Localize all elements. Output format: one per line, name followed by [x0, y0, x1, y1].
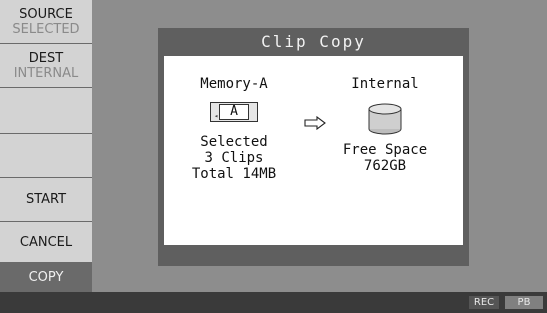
source-button[interactable]: SOURCE SELECTED: [0, 0, 92, 44]
destination-title: Internal: [351, 76, 419, 92]
main-area: Clip Copy Memory-A ◂ A Selected 3 Clips …: [92, 0, 547, 292]
dest-button[interactable]: DEST INTERNAL: [0, 44, 92, 88]
source-clips-count: 3 Clips: [204, 150, 264, 166]
source-panel: Memory-A ◂ A Selected 3 Clips Total 14MB: [164, 76, 304, 182]
source-value: SELECTED: [12, 21, 80, 37]
start-button-label: START: [25, 192, 67, 207]
rec-indicator: REC: [469, 296, 499, 309]
pb-indicator: PB: [505, 296, 543, 309]
copy-button[interactable]: COPY: [0, 263, 92, 292]
dialog-title: Clip Copy: [261, 31, 366, 51]
copy-button-label: COPY: [28, 270, 64, 285]
disk-drive-icon: [368, 103, 402, 135]
source-title: Memory-A: [200, 76, 268, 92]
card-letter: A: [219, 104, 249, 120]
blank-button-1[interactable]: [0, 88, 92, 134]
source-label: SOURCE: [19, 6, 73, 22]
destination-panel: Internal Free Space 762GB: [315, 76, 455, 174]
dest-label: DEST: [28, 50, 64, 66]
blank-button-2[interactable]: [0, 134, 92, 178]
status-bar: REC PB: [0, 292, 547, 313]
source-selected-text: Selected: [200, 134, 268, 150]
start-button[interactable]: START: [0, 178, 92, 222]
cancel-button[interactable]: CANCEL: [0, 222, 92, 263]
dest-value: INTERNAL: [13, 65, 79, 81]
source-total-size: Total 14MB: [191, 166, 277, 182]
cancel-button-label: CANCEL: [19, 234, 73, 250]
memory-card-icon: ◂ A: [210, 102, 258, 122]
dialog-body: Memory-A ◂ A Selected 3 Clips Total 14MB…: [164, 56, 463, 245]
destination-free-space-label: Free Space: [342, 142, 428, 158]
screen: SOURCE SELECTED DEST INTERNAL START CANC…: [0, 0, 547, 313]
clip-copy-dialog: Clip Copy Memory-A ◂ A Selected 3 Clips …: [158, 28, 469, 266]
sidebar: SOURCE SELECTED DEST INTERNAL START CANC…: [0, 0, 93, 292]
destination-free-space-value: 762GB: [363, 158, 407, 174]
